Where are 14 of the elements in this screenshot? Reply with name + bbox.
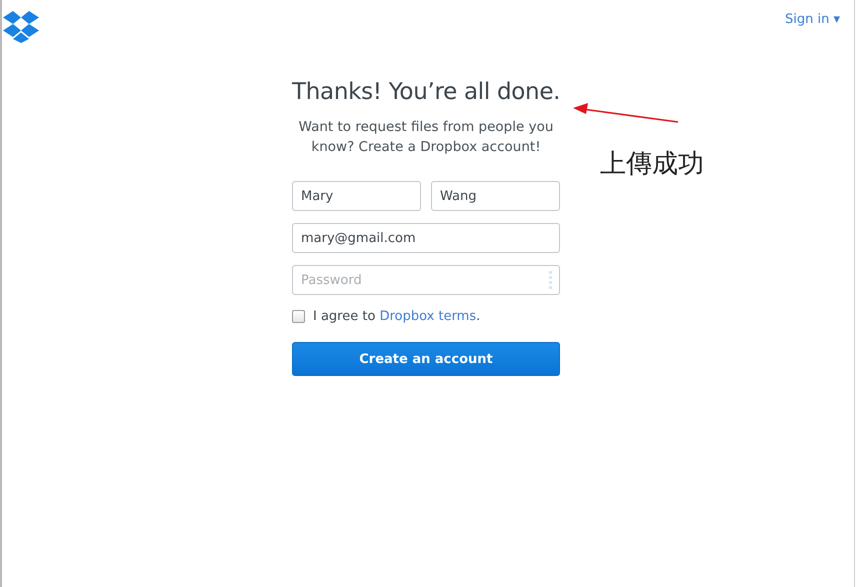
terms-link[interactable]: Dropbox terms — [380, 309, 476, 324]
dots-icon — [549, 271, 552, 289]
create-account-button[interactable]: Create an account — [292, 342, 560, 376]
input-field[interactable]: Wang — [431, 181, 560, 211]
page-title: Thanks! You’re all done. — [292, 79, 560, 105]
dropbox-logo-icon[interactable] — [3, 10, 39, 43]
annotation-text: 上傳成功 — [600, 148, 704, 181]
input-field[interactable]: Mary — [292, 181, 421, 211]
agree-checkbox[interactable] — [292, 310, 305, 323]
input-field[interactable]: mary@gmail.com — [292, 223, 560, 253]
sign-in-link[interactable]: Sign in ▾ — [785, 12, 840, 27]
agree-text: I agree to Dropbox terms. — [313, 309, 480, 324]
password-field[interactable]: Password — [292, 265, 560, 295]
subtitle-text: Want to request files from people you know? Create a Dropbox account! — [298, 118, 554, 157]
